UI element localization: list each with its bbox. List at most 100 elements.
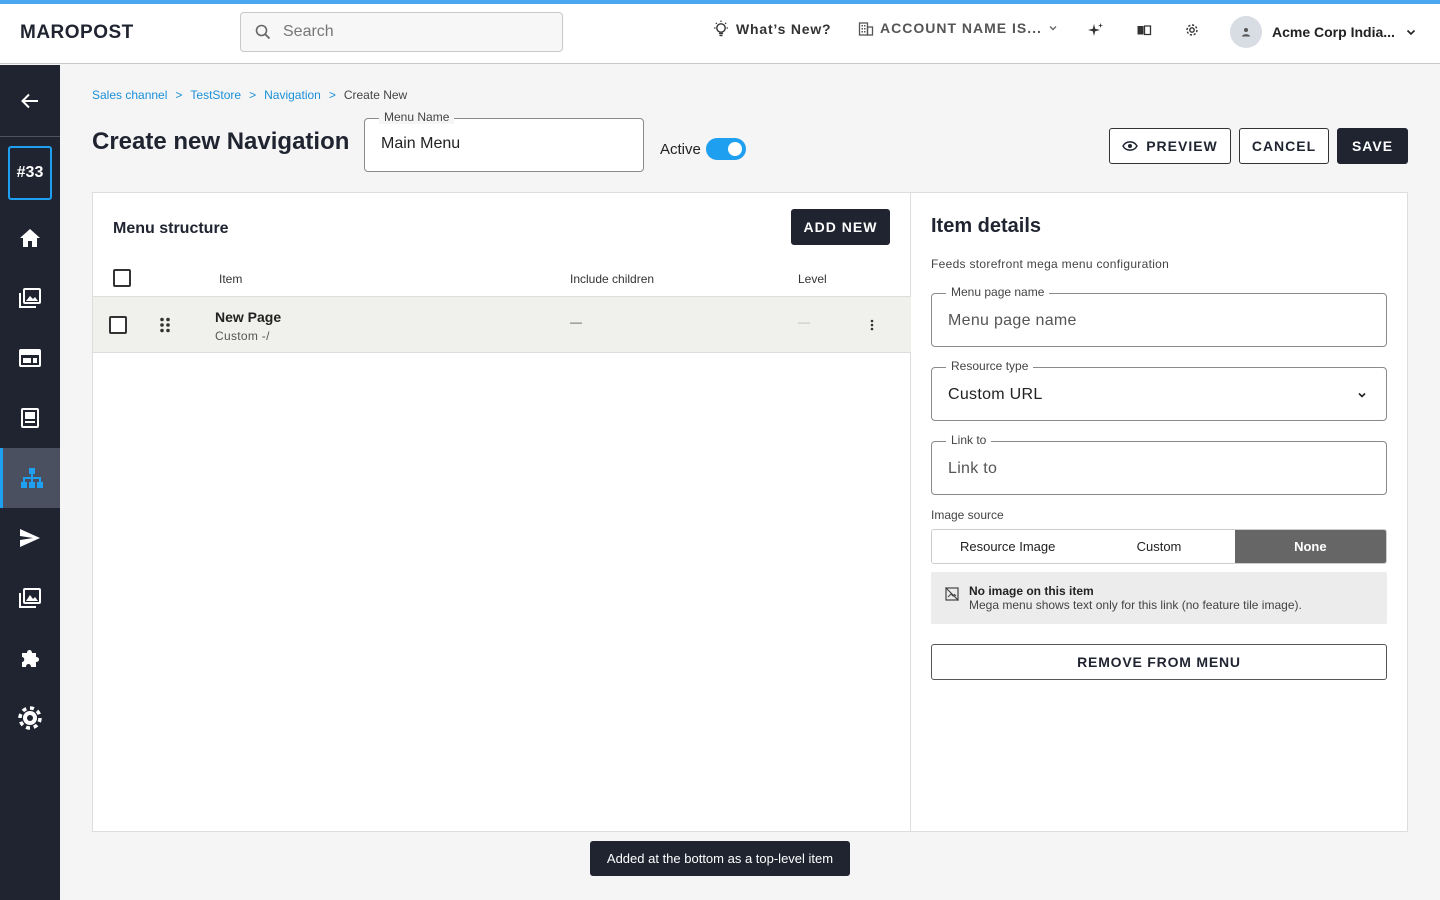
whats-new-label: What’s New? xyxy=(736,21,832,37)
cancel-button[interactable]: CANCEL xyxy=(1239,128,1329,164)
sidebar-item-media[interactable] xyxy=(0,268,60,328)
item-details-subtitle: Feeds storefront mega menu configuration xyxy=(931,257,1170,271)
menu-page-name-field[interactable]: Menu page name Menu page name xyxy=(931,285,1387,347)
notice-text: Mega menu shows text only for this link … xyxy=(969,598,1302,612)
breadcrumb-current: Create New xyxy=(343,88,408,102)
menu-structure-title: Menu structure xyxy=(113,220,229,237)
item-details-pane: Item details Feeds storefront mega menu … xyxy=(911,193,1407,831)
table-row[interactable]: New Page Custom -/ — — xyxy=(93,296,911,353)
sidebar: #33 xyxy=(0,65,60,900)
column-header-level: Level xyxy=(798,272,827,286)
more-vert-icon[interactable] xyxy=(870,319,874,331)
whats-new-button[interactable]: What’s New? xyxy=(712,20,831,38)
remove-from-menu-button[interactable]: REMOVE FROM MENU xyxy=(931,644,1387,680)
sparkle-icon[interactable] xyxy=(1088,22,1104,38)
row-include-children: — xyxy=(570,315,582,329)
menu-name-field[interactable]: Menu Name xyxy=(364,110,644,172)
resource-type-select[interactable]: Resource type Custom URL xyxy=(931,359,1387,421)
chevron-down-icon xyxy=(1358,392,1366,398)
settings-icon xyxy=(18,706,42,730)
sidebar-item-web[interactable] xyxy=(0,328,60,388)
preview-label: PREVIEW xyxy=(1146,138,1218,154)
chevron-down-icon xyxy=(1406,29,1415,36)
book-icon[interactable] xyxy=(1136,22,1152,38)
link-to-label: Link to xyxy=(946,433,992,447)
drag-handle-icon[interactable] xyxy=(159,317,171,333)
save-button[interactable]: SAVE xyxy=(1337,128,1408,164)
link-to-placeholder: Link to xyxy=(948,460,998,477)
menu-name-input[interactable] xyxy=(381,135,621,153)
sidebar-item-settings[interactable] xyxy=(0,688,60,748)
sidebar-item-home[interactable] xyxy=(0,208,60,268)
add-new-button[interactable]: ADD NEW xyxy=(791,209,890,245)
breadcrumb-separator: > xyxy=(249,88,257,102)
logo: MAROPOST xyxy=(20,22,134,43)
image-source-custom[interactable]: Custom xyxy=(1083,530,1235,563)
home-icon xyxy=(20,229,40,247)
editor-panel: Menu structure ADD NEW Item Include chil… xyxy=(92,192,1408,832)
select-all-checkbox[interactable] xyxy=(113,269,131,287)
page-icon xyxy=(21,408,39,428)
active-toggle[interactable] xyxy=(706,138,746,160)
item-details-title: Item details xyxy=(931,215,1042,237)
breadcrumb-sales-channel[interactable]: Sales channel xyxy=(92,88,167,102)
search-box[interactable] xyxy=(240,12,563,52)
chevron-down-icon xyxy=(1049,26,1057,31)
menu-page-name-label: Menu page name xyxy=(946,285,1050,299)
store-badge[interactable]: #33 xyxy=(8,146,52,200)
image-source-toggle: Resource Image Custom None xyxy=(931,529,1387,564)
menu-page-name-placeholder: Menu page name xyxy=(948,312,1077,329)
image-source-resource-image[interactable]: Resource Image xyxy=(932,530,1084,563)
sidebar-item-campaigns[interactable] xyxy=(0,508,60,568)
page-title: Create new Navigation xyxy=(92,128,350,155)
avatar xyxy=(1230,16,1262,48)
search-input[interactable] xyxy=(283,23,533,41)
top-bar: MAROPOST What’s New? ACCOUNT NAME IS... … xyxy=(0,4,1440,64)
notice-title: No image on this item xyxy=(969,584,1094,598)
toggle-knob xyxy=(728,142,742,156)
puzzle-icon xyxy=(22,650,39,667)
no-image-icon xyxy=(945,587,959,601)
user-icon xyxy=(1242,28,1250,37)
sidebar-item-pages[interactable] xyxy=(0,388,60,448)
arrow-left-icon xyxy=(21,93,38,108)
sidebar-item-extensions[interactable] xyxy=(0,628,60,688)
link-to-field[interactable]: Link to Link to xyxy=(931,433,1387,495)
menu-structure-pane: Menu structure ADD NEW Item Include chil… xyxy=(93,193,911,831)
toast-message: Added at the bottom as a top-level item xyxy=(590,841,850,876)
user-menu[interactable]: Acme Corp India... xyxy=(1230,16,1417,48)
gear-icon[interactable] xyxy=(1184,22,1200,38)
web-layout-icon xyxy=(19,349,41,367)
column-header-item: Item xyxy=(219,272,243,286)
image-source-label: Image source xyxy=(931,508,1004,522)
row-checkbox[interactable] xyxy=(109,316,127,334)
no-image-notice: No image on this item Mega menu shows te… xyxy=(931,572,1387,624)
lightbulb-icon xyxy=(714,20,728,37)
preview-button[interactable]: PREVIEW xyxy=(1109,128,1231,164)
resource-type-label: Resource type xyxy=(946,359,1034,373)
sidebar-item-images[interactable] xyxy=(0,568,60,628)
eye-icon xyxy=(1122,141,1139,151)
user-name: Acme Corp India... xyxy=(1272,24,1395,40)
row-item-title: New Page xyxy=(215,309,282,325)
image-source-none[interactable]: None xyxy=(1234,530,1386,563)
photo-library-icon xyxy=(19,288,41,308)
sitemap-icon xyxy=(20,468,43,488)
breadcrumb-navigation[interactable]: Navigation xyxy=(264,88,321,102)
account-selector[interactable]: ACCOUNT NAME IS... xyxy=(858,20,1058,36)
resource-type-value: Custom URL xyxy=(948,386,1043,403)
breadcrumb-separator: > xyxy=(175,88,183,102)
sidebar-item-navigation[interactable] xyxy=(0,448,60,508)
image-gallery-icon xyxy=(19,588,41,608)
building-icon xyxy=(858,22,874,36)
active-label: Active xyxy=(660,141,701,158)
send-icon xyxy=(20,529,40,547)
search-icon xyxy=(255,24,271,40)
breadcrumb-store[interactable]: TestStore xyxy=(190,88,241,102)
breadcrumb: Sales channel > TestStore > Navigation >… xyxy=(92,88,407,102)
column-header-include-children: Include children xyxy=(570,272,655,286)
row-item-subtitle: Custom -/ xyxy=(215,329,270,343)
back-button[interactable] xyxy=(0,65,60,137)
menu-name-label: Menu Name xyxy=(379,110,455,124)
account-name: ACCOUNT NAME IS... xyxy=(880,20,1042,36)
